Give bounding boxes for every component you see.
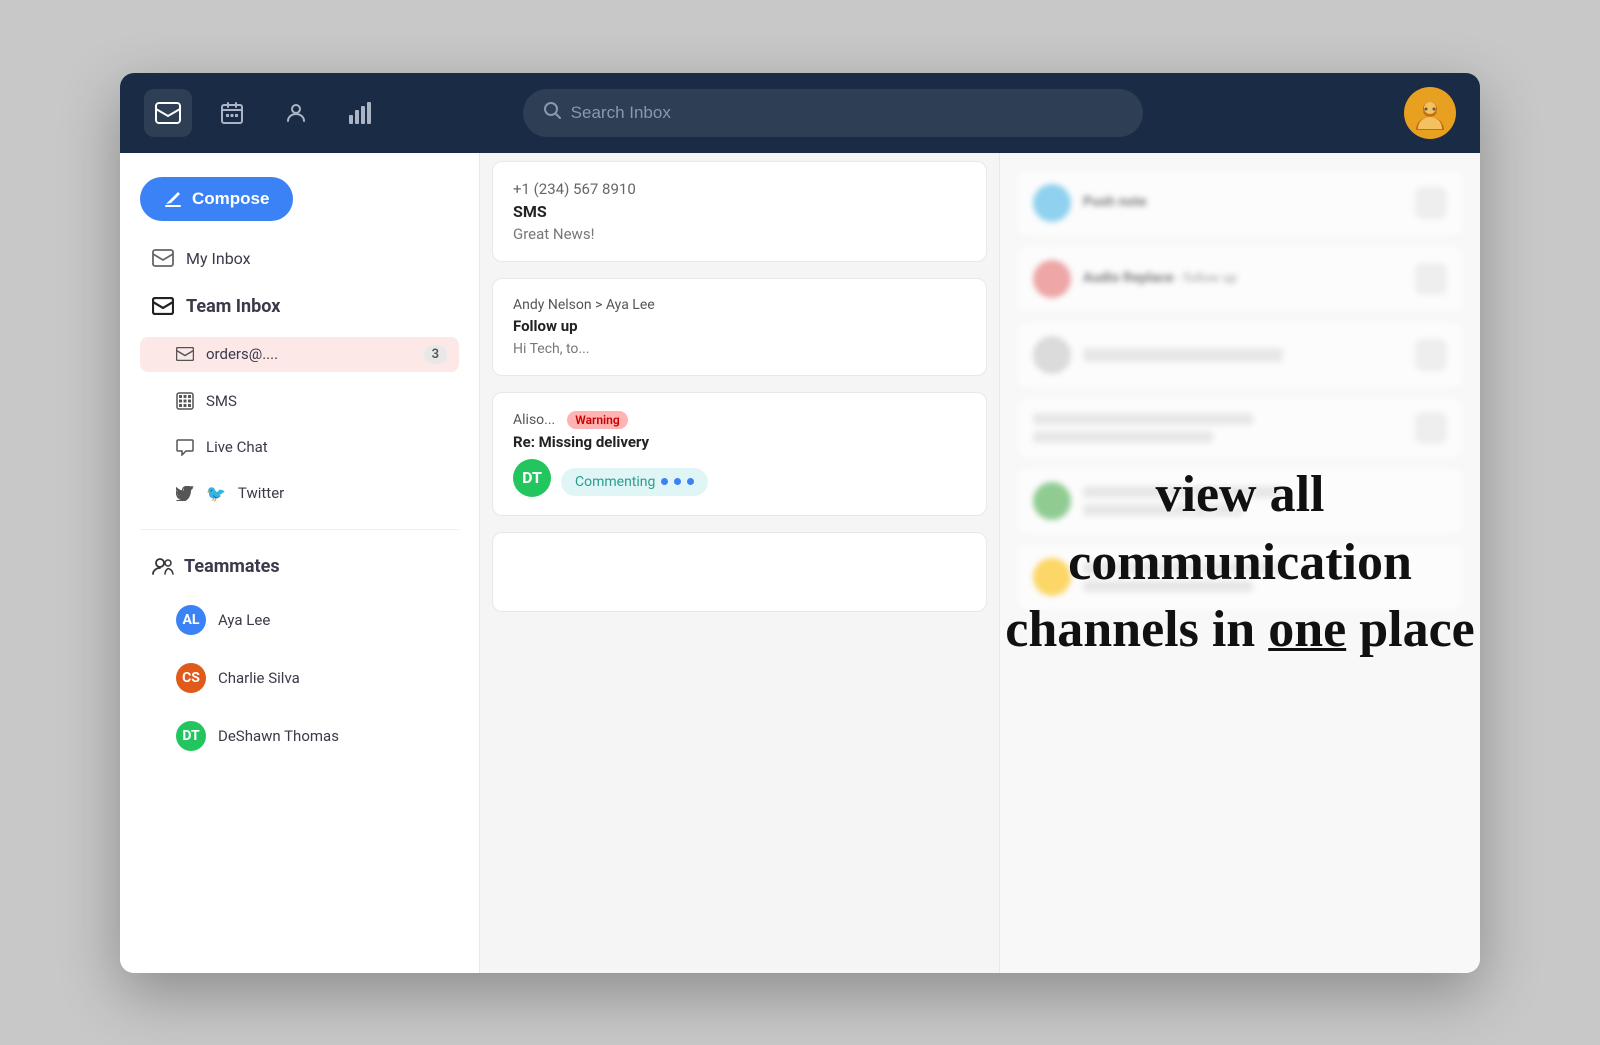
sidebar-channel-livechat[interactable]: Live Chat bbox=[140, 430, 459, 464]
top-bar bbox=[120, 73, 1480, 153]
right-row-3 bbox=[1016, 321, 1464, 389]
livechat-channel-label: Live Chat bbox=[206, 438, 268, 456]
teammate-deshawn-thomas[interactable]: DT DeShawn Thomas bbox=[140, 713, 459, 759]
sidebar: Compose My Inbox Team Inbox bbox=[120, 153, 480, 973]
deshawn-thomas-name: DeShawn Thomas bbox=[218, 727, 339, 745]
conv-subject-delivery: Re: Missing delivery bbox=[513, 433, 966, 451]
avatar-1 bbox=[1033, 184, 1071, 222]
charlie-silva-avatar: CS bbox=[176, 663, 206, 693]
sidebar-channel-twitter[interactable]: 🐦 Twitter bbox=[140, 476, 459, 511]
sidebar-channel-orders[interactable]: orders@.... 3 bbox=[140, 337, 459, 372]
conversation-followup[interactable]: Andy Nelson > Aya Lee Follow up Hi Tech,… bbox=[492, 278, 987, 376]
right-row-5-text bbox=[1083, 486, 1447, 516]
conversation-missing-delivery[interactable]: Aliso... Warning Re: Missing delivery DT… bbox=[492, 392, 987, 516]
app-window: Compose My Inbox Team Inbox bbox=[120, 73, 1480, 973]
search-bar[interactable] bbox=[523, 89, 1143, 137]
conv-subject-followup: Follow up bbox=[513, 317, 966, 335]
right-row-3-text bbox=[1083, 348, 1283, 362]
conv-preview-sms: Great News! bbox=[513, 225, 966, 243]
conversation-empty[interactable] bbox=[492, 532, 987, 612]
center-panel: +1 (234) 567 8910 SMS Great News! Andy N… bbox=[480, 153, 1000, 973]
my-inbox-label: My Inbox bbox=[186, 249, 251, 268]
aya-lee-name: Aya Lee bbox=[218, 611, 270, 629]
charlie-silva-name: Charlie Silva bbox=[218, 669, 300, 687]
analytics-nav-icon[interactable] bbox=[336, 89, 384, 137]
right-panel-content: Push note Audio Replace - follow up bbox=[1016, 169, 1464, 611]
deshawn-thomas-avatar: DT bbox=[176, 721, 206, 751]
conv-body-followup: Hi Tech, to... bbox=[513, 341, 966, 357]
right-panel: Push note Audio Replace - follow up bbox=[1000, 153, 1480, 973]
conv-participants-followup: Andy Nelson > Aya Lee bbox=[513, 297, 966, 313]
commenting-badge: Commenting bbox=[561, 468, 708, 496]
teammate-aya-lee[interactable]: AL Aya Lee bbox=[140, 597, 459, 643]
commenter-avatar: DT bbox=[513, 459, 551, 497]
teammates-label: Teammates bbox=[184, 556, 280, 577]
twitter-channel-label: Twitter bbox=[238, 484, 284, 502]
contacts-nav-icon[interactable] bbox=[272, 89, 320, 137]
team-inbox-item[interactable]: Team Inbox bbox=[140, 288, 459, 325]
avatar-3 bbox=[1033, 336, 1071, 374]
right-row-6-text bbox=[1083, 562, 1447, 592]
right-row-4-text bbox=[1033, 413, 1403, 443]
right-row-2-text: Audio Replace - follow up bbox=[1083, 269, 1237, 289]
conversation-sms[interactable]: +1 (234) 567 8910 SMS Great News! bbox=[492, 161, 987, 262]
user-avatar[interactable] bbox=[1404, 87, 1456, 139]
avatar-6 bbox=[1033, 558, 1071, 596]
action-icon-2 bbox=[1415, 263, 1447, 295]
conv-phone: +1 (234) 567 8910 bbox=[513, 180, 966, 198]
orders-badge: 3 bbox=[424, 345, 447, 364]
right-row-2: Audio Replace - follow up bbox=[1016, 245, 1464, 313]
aya-lee-avatar: AL bbox=[176, 605, 206, 635]
main-content: Compose My Inbox Team Inbox bbox=[120, 153, 1480, 973]
teammate-charlie-silva[interactable]: CS Charlie Silva bbox=[140, 655, 459, 701]
twitter-channel-icon: 🐦 bbox=[206, 484, 226, 503]
avatar-5 bbox=[1033, 482, 1071, 520]
right-row-1-text: Push note bbox=[1083, 193, 1146, 213]
teammates-header: Teammates bbox=[140, 548, 459, 585]
right-row-6 bbox=[1016, 543, 1464, 611]
my-inbox-item[interactable]: My Inbox bbox=[140, 241, 459, 276]
search-icon bbox=[543, 101, 561, 124]
conv-channel-sms: SMS bbox=[513, 202, 966, 221]
sms-channel-label: SMS bbox=[206, 392, 237, 410]
action-icon-4 bbox=[1415, 412, 1447, 444]
orders-channel-label: orders@.... bbox=[206, 345, 278, 363]
warning-tag: Warning bbox=[567, 411, 627, 429]
compose-label: Compose bbox=[192, 189, 269, 209]
action-icon-3 bbox=[1415, 339, 1447, 371]
right-row-4 bbox=[1016, 397, 1464, 459]
calendar-nav-icon[interactable] bbox=[208, 89, 256, 137]
right-row-1: Push note bbox=[1016, 169, 1464, 237]
action-icon-1 bbox=[1415, 187, 1447, 219]
divider bbox=[140, 529, 459, 530]
commenting-label: Commenting bbox=[575, 474, 655, 490]
team-inbox-label: Team Inbox bbox=[186, 296, 280, 317]
sidebar-channel-sms[interactable]: SMS bbox=[140, 384, 459, 418]
conv-participants-delivery: Aliso... bbox=[513, 412, 555, 428]
inbox-nav-icon[interactable] bbox=[144, 89, 192, 137]
search-input[interactable] bbox=[571, 103, 1123, 123]
compose-button[interactable]: Compose bbox=[140, 177, 293, 221]
right-row-5 bbox=[1016, 467, 1464, 535]
avatar-2 bbox=[1033, 260, 1071, 298]
